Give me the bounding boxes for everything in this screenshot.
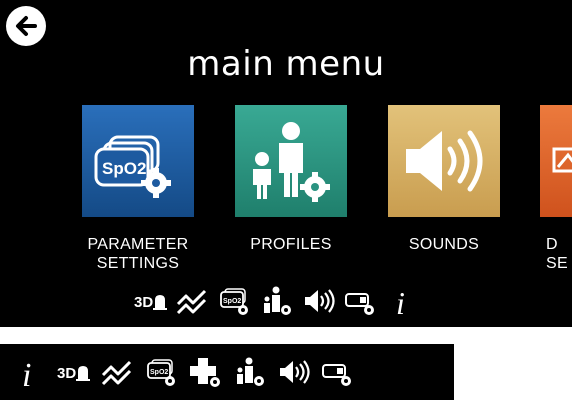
profiles-button[interactable]	[259, 284, 293, 318]
main-menu-screen: main menu SpO2 PARAMETER SETTINGS PROFIL…	[0, 0, 572, 327]
info-button[interactable]: i	[12, 355, 46, 389]
medical-cross-button[interactable]	[188, 355, 222, 389]
profiles-icon	[264, 286, 291, 315]
spo2-settings-icon: SpO2	[220, 288, 248, 315]
sound-icon	[280, 360, 310, 384]
svg-text:3D: 3D	[134, 294, 153, 311]
spo2-settings-icon: SpO2	[147, 359, 175, 386]
toolbar-top: 3D SpO2 i	[133, 281, 419, 321]
page-title: main menu	[187, 44, 385, 84]
profiles-label: PROFILES	[250, 236, 332, 253]
trends-icon	[101, 360, 132, 386]
3d-alarm-icon: 3D	[134, 294, 167, 311]
profiles-tile[interactable]	[235, 105, 347, 217]
trends-icon	[176, 289, 207, 315]
display-settings-tile[interactable]	[540, 105, 572, 217]
parameter-settings-label: PARAMETER SETTINGS	[87, 236, 189, 272]
svg-text:3D: 3D	[57, 365, 76, 382]
back-arrow-icon	[16, 16, 37, 36]
sensor-settings-icon	[345, 293, 374, 315]
toolbar-bottom: i 3D SpO2	[0, 344, 454, 400]
display-settings-label: D SE	[546, 236, 568, 272]
back-button[interactable]	[6, 6, 46, 46]
sensor-settings-button[interactable]	[320, 355, 354, 389]
sound-button[interactable]	[276, 355, 310, 389]
trends-button[interactable]	[100, 355, 134, 389]
svg-text:SpO2: SpO2	[150, 369, 168, 376]
spo2-settings-icon: SpO2	[82, 105, 194, 217]
3d-alarm-button[interactable]: 3D	[133, 284, 167, 318]
sounds-label: SOUNDS	[408, 236, 480, 253]
info-icon: i	[22, 357, 31, 389]
sounds-tile[interactable]	[388, 105, 500, 217]
spo2-settings-button[interactable]: SpO2	[217, 284, 251, 318]
svg-text:i: i	[22, 357, 31, 389]
3d-alarm-button[interactable]: 3D	[56, 355, 90, 389]
svg-text:SpO2: SpO2	[102, 159, 146, 178]
profiles-button[interactable]	[232, 355, 266, 389]
profiles-icon	[237, 357, 264, 386]
info-button[interactable]: i	[385, 284, 419, 318]
3d-alarm-icon: 3D	[57, 365, 90, 382]
info-icon: i	[396, 285, 405, 318]
sound-button[interactable]	[301, 284, 335, 318]
sound-icon	[305, 289, 335, 313]
spo2-settings-button[interactable]: SpO2	[144, 355, 178, 389]
speaker-icon	[388, 105, 500, 217]
medical-cross-icon	[190, 358, 220, 387]
parameter-settings-tile[interactable]: SpO2	[82, 105, 194, 217]
svg-text:i: i	[396, 285, 405, 318]
profiles-icon	[235, 105, 347, 217]
sensor-settings-button[interactable]	[343, 284, 377, 318]
svg-text:SpO2: SpO2	[223, 298, 241, 305]
display-icon	[540, 105, 572, 217]
sensor-settings-icon	[322, 364, 351, 386]
trends-button[interactable]	[175, 284, 209, 318]
